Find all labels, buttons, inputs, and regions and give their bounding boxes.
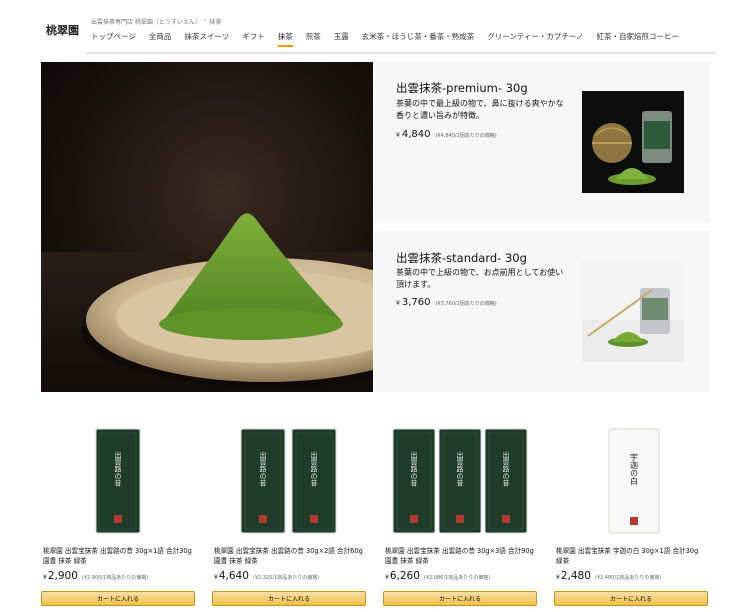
product-price: ¥ 6,260 (¥2,086/1商品あたりの価格) [385,570,490,582]
price-value: 4,840 [401,129,431,140]
add-to-cart-button[interactable]: カートに入れる [383,591,537,606]
price-value: 2,900 [47,570,78,582]
feature-thumbnail-premium[interactable] [582,91,684,193]
breadcrumb-current[interactable]: 抹茶 [209,17,221,26]
hero-matcha-image[interactable] [41,62,373,392]
product-price: ¥ 2,900 (¥2,900/1商品あたりの価格) [43,570,148,582]
nav-item-genmaicha[interactable]: 玄米茶・ほうじ茶・番茶・熟成茶 [362,30,475,47]
product-card: 出雲路の昔 出雲路の昔 出雲路の昔 桃翠園 出雲宝抹茶 出雲路の昔 30g×3語… [383,420,537,610]
scoop-and-tin-image [582,260,684,362]
svg-text:宇迦の白: 宇迦の白 [630,452,639,486]
svg-text:出雲路の昔: 出雲路の昔 [502,451,510,488]
svg-text:出雲路の昔: 出雲路の昔 [456,451,464,488]
store-logo[interactable]: 桃翠園 [46,20,84,40]
unit-price: (¥4,840/1個あたりの価格) [435,133,497,139]
feature-thumbnail-standard[interactable] [582,260,684,362]
product-image[interactable]: 出雲路の昔 [41,420,195,538]
nav-item-matcha-sweets[interactable]: 抹茶スイーツ [184,30,229,47]
product-card: 出雲路の昔 出雲路の昔 桃翠園 出雲宝抹茶 出雲路の昔 30g×2語 合計60g… [212,420,366,610]
matcha-package-image: 出雲路の昔 [41,420,195,538]
nav-item-sencha[interactable]: 煎茶 [306,30,321,47]
svg-text:出雲路の昔: 出雲路の昔 [259,451,267,488]
feature-price: ¥ 4,840 (¥4,840/1個あたりの価格) [396,129,497,140]
product-title[interactable]: 桃翠園 出雲宝抹茶 出雲路の昔 30g×2語 合計60g 園豊 抹茶 緑茶 [214,546,364,566]
add-to-cart-button[interactable]: カートに入れる [554,591,708,606]
nav-item-gift[interactable]: ギフト [242,30,265,47]
product-card: 出雲路の昔 桃翠園 出雲宝抹茶 出雲路の昔 30g×1語 合計30g 園豊 抹茶… [41,420,195,610]
product-title[interactable]: 桃翠園 出雲宝抹茶 宇迦の白 30g×1語 合計30g 緑茶 [556,546,706,566]
store-nav: トップページ 全商品 抹茶スイーツ ギフト 抹茶 煎茶 玉露 玄米茶・ほうじ茶・… [91,30,692,47]
feature-title[interactable]: 出雲抹茶-premium- 30g [396,80,528,96]
unit-price: (¥2,900/1商品あたりの価格) [81,575,149,581]
matcha-plate-illustration [41,62,373,392]
nav-item-black-tea[interactable]: 紅茶・自家焙煎コーヒー [596,30,679,47]
yen-symbol: ¥ [214,574,218,581]
breadcrumb-store[interactable]: 出雲抹茶専門店 桃翠園（とうすいえん） [91,17,201,26]
unit-price: (¥2,086/1商品あたりの価格) [423,575,491,581]
breadcrumb-separator: › [203,17,207,24]
product-image[interactable]: 宇迦の白 [554,420,708,538]
price-value: 2,480 [560,570,591,582]
unit-price: (¥3,760/1個あたりの価格) [435,301,497,307]
yen-symbol: ¥ [556,574,560,581]
feature-description: 茶葉の中で最上級の物で、鼻に抜ける爽やかな香りと濃い旨みが特徴。 [396,99,564,120]
yen-symbol: ¥ [385,574,389,581]
svg-text:出雲路の昔: 出雲路の昔 [410,451,418,488]
feature-description: 茶葉の中で上級の物で、お点前用としてお使い頂けます。 [396,268,564,289]
svg-text:出雲路の昔: 出雲路の昔 [310,451,318,488]
price-value: 3,760 [401,297,431,308]
yen-symbol: ¥ [396,300,400,307]
unit-price: (¥2,320/1商品あたりの価格) [252,575,320,581]
site-header: 桃翠園 出雲抹茶専門店 桃翠園（とうすいえん） › 抹茶 トップページ 全商品 … [0,0,750,54]
price-value: 6,260 [389,570,420,582]
add-to-cart-button[interactable]: カートに入れる [41,591,195,606]
nav-item-green-tea[interactable]: グリーンティー・カプチーノ [487,30,583,47]
nav-item-top[interactable]: トップページ [91,30,136,47]
price-value: 4,640 [218,570,249,582]
nav-item-gyokuro[interactable]: 玉露 [334,30,349,47]
feature-premium[interactable]: 出雲抹茶-premium- 30g 茶葉の中で最上級の物で、鼻に抜ける爽やかな香… [374,62,710,222]
add-to-cart-button[interactable]: カートに入れる [212,591,366,606]
svg-text:出雲路の昔: 出雲路の昔 [114,451,122,488]
product-image[interactable]: 出雲路の昔 出雲路の昔 出雲路の昔 [383,420,537,538]
whisk-and-tin-image [582,91,684,193]
feature-price: ¥ 3,760 (¥3,760/1個あたりの価格) [396,297,497,308]
product-price: ¥ 2,480 (¥2,480/1商品あたりの価格) [556,570,661,582]
breadcrumb: 出雲抹茶専門店 桃翠園（とうすいえん） › 抹茶 [91,17,221,26]
feature-title[interactable]: 出雲抹茶-standard- 30g [396,250,527,266]
nav-item-all-products[interactable]: 全商品 [149,30,172,47]
product-price: ¥ 4,640 (¥2,320/1商品あたりの価格) [214,570,319,582]
product-title[interactable]: 桃翠園 出雲宝抹茶 出雲路の昔 30g×3語 合計90g 園豊 抹茶 緑茶 [385,546,535,566]
matcha-package-image: 出雲路の昔 出雲路の昔 出雲路の昔 [383,420,537,538]
matcha-package-image: 出雲路の昔 出雲路の昔 [212,420,366,538]
nav-item-matcha[interactable]: 抹茶 [277,30,293,47]
product-title[interactable]: 桃翠園 出雲宝抹茶 出雲路の昔 30g×1語 合計30g 園豊 抹茶 緑茶 [43,546,193,566]
unit-price: (¥2,480/1商品あたりの価格) [594,575,662,581]
feature-standard[interactable]: 出雲抹茶-standard- 30g 茶葉の中で上級の物で、お点前用としてお使い… [374,231,710,392]
product-card: 宇迦の白 桃翠園 出雲宝抹茶 宇迦の白 30g×1語 合計30g 緑茶 ¥ 2,… [554,420,708,610]
yen-symbol: ¥ [396,132,400,139]
yen-symbol: ¥ [43,574,47,581]
product-image[interactable]: 出雲路の昔 出雲路の昔 [212,420,366,538]
header-divider [86,52,716,54]
white-package-image: 宇迦の白 [554,420,708,538]
logo-text: 桃翠園 [46,24,79,37]
